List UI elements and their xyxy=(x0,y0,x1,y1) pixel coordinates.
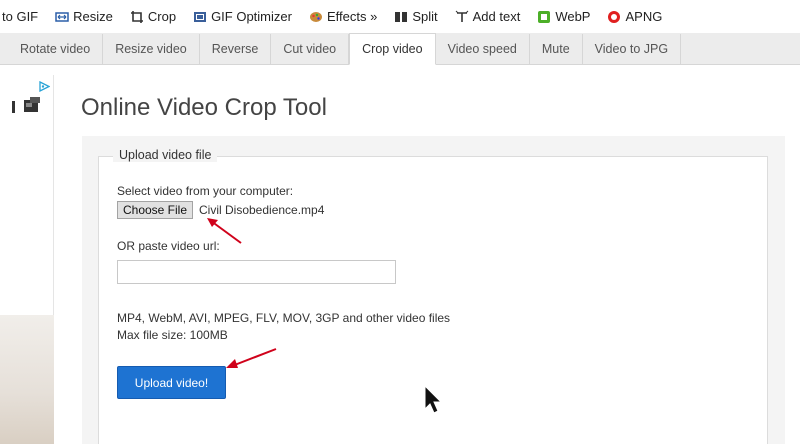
max-size-text: Max file size: 100MB xyxy=(117,328,228,342)
nav-label: Resize xyxy=(73,9,113,24)
upload-video-button[interactable]: Upload video! xyxy=(117,366,226,399)
select-video-label: Select video from your computer: xyxy=(117,184,294,198)
tab-reverse[interactable]: Reverse xyxy=(200,34,272,64)
optimizer-icon xyxy=(193,10,207,24)
nav-label: Effects » xyxy=(326,9,378,24)
tab-resize-video[interactable]: Resize video xyxy=(103,34,200,64)
effects-icon xyxy=(309,10,323,24)
nav-item-split[interactable]: Split xyxy=(394,9,438,24)
ad-image[interactable] xyxy=(0,315,54,444)
nav-item-to-gif[interactable]: to GIF xyxy=(2,9,38,24)
webp-icon xyxy=(537,10,551,24)
nav-label: Add text xyxy=(472,9,521,24)
tab-mute[interactable]: Mute xyxy=(530,34,583,64)
annotation-arrow-upload xyxy=(226,348,277,368)
nav-label: APNG xyxy=(625,9,663,24)
nav-label: to GIF xyxy=(2,9,39,24)
nav-item-effects[interactable]: Effects » xyxy=(309,9,377,24)
nav-label: Crop xyxy=(147,9,177,24)
crop-icon xyxy=(130,10,144,24)
nav-label: WebP xyxy=(555,9,591,24)
tab-video-to-jpg[interactable]: Video to JPG xyxy=(583,34,682,64)
tab-crop-video[interactable]: Crop video xyxy=(349,33,436,65)
top-nav: to GIF Resize Crop GIF Optimizer Effects… xyxy=(0,0,800,33)
upload-legend: Upload video file xyxy=(113,148,218,162)
resize-icon xyxy=(55,10,69,24)
annotation-arrow-choose-file xyxy=(207,218,242,244)
left-ad-strip xyxy=(0,75,54,444)
page-title: Online Video Crop Tool xyxy=(81,94,327,121)
nav-item-webp[interactable]: WebP xyxy=(537,9,590,24)
mouse-cursor-icon xyxy=(424,385,443,414)
ad-product-icon xyxy=(12,97,42,115)
nav-item-crop[interactable]: Crop xyxy=(130,9,176,24)
nav-item-apng[interactable]: APNG xyxy=(607,9,662,24)
split-icon xyxy=(394,10,408,24)
nav-item-add-text[interactable]: Add text xyxy=(455,9,521,24)
nav-label: GIF Optimizer xyxy=(211,9,292,24)
video-url-input[interactable] xyxy=(117,260,396,284)
tab-rotate-video[interactable]: Rotate video xyxy=(8,34,104,64)
nav-item-resize[interactable]: Resize xyxy=(55,9,113,24)
nav-item-gif-optimizer[interactable]: GIF Optimizer xyxy=(193,9,292,24)
formats-text: MP4, WebM, AVI, MPEG, FLV, MOV, 3GP and … xyxy=(117,311,451,325)
add-text-icon xyxy=(455,10,469,24)
apng-icon xyxy=(607,10,621,24)
choose-file-button[interactable]: Choose File xyxy=(117,201,193,219)
chosen-file-name: Civil Disobedience.mp4 xyxy=(199,203,325,217)
ad-choices-icon[interactable] xyxy=(39,79,51,93)
nav-label: Split xyxy=(412,9,438,24)
tab-cut-video[interactable]: Cut video xyxy=(271,34,350,64)
tab-video-speed[interactable]: Video speed xyxy=(436,34,530,64)
video-tools-tabs: Rotate video Resize video Reverse Cut vi… xyxy=(0,33,800,65)
